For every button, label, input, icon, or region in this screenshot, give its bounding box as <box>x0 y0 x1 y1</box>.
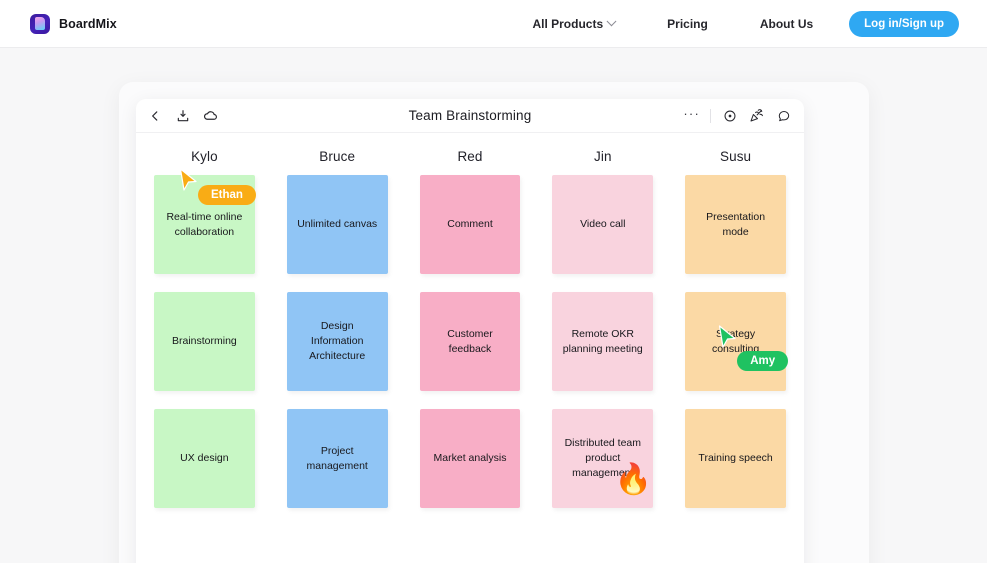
sticky-note[interactable]: Comment <box>419 175 521 274</box>
sticky-note[interactable]: Presentation mode <box>685 175 786 274</box>
sticky-note[interactable]: UX design <box>154 409 255 508</box>
sticky-note-text: Customer feedback <box>447 327 493 355</box>
save-download-icon[interactable] <box>174 107 191 124</box>
sticky-note[interactable]: Strategy consulting Amy <box>685 292 789 391</box>
sticky-note[interactable]: Customer feedback <box>419 292 521 391</box>
sticky-note-text: Video call <box>580 218 626 231</box>
sticky-note-text: Presentation mode <box>706 210 766 238</box>
sticky-note[interactable]: Market analysis <box>419 409 521 508</box>
column-header-jin: Jin <box>594 149 612 164</box>
board-panel: Team Brainstorming ··· Kylo Bruce Red Ji… <box>136 99 804 563</box>
sticky-note[interactable]: Unlimited canvas <box>286 175 388 274</box>
sticky-note[interactable]: Remote OKR planning meeting <box>552 292 654 391</box>
celebrate-icon[interactable] <box>748 107 765 124</box>
column-headers: Kylo Bruce Red Jin Susu <box>154 149 786 164</box>
brand-logo-group[interactable]: BoardMix <box>30 13 117 34</box>
sticky-note-text: Comment <box>447 218 493 231</box>
sticky-note-text: UX design <box>180 452 229 465</box>
sticky-note-text: Brainstorming <box>172 335 237 348</box>
back-chevron-icon[interactable] <box>146 107 163 124</box>
sticky-note[interactable]: Project management <box>286 409 388 508</box>
more-options-icon[interactable]: ··· <box>683 107 700 124</box>
nav-item-about-us-label: About Us <box>759 16 814 31</box>
page-canvas: Team Brainstorming ··· Kylo Bruce Red Ji… <box>0 48 987 563</box>
sticky-notes-grid: Real-time online collaboration Ethan Unl… <box>154 168 789 508</box>
toolbar-divider <box>710 108 711 123</box>
nav-item-pricing[interactable]: Pricing <box>667 11 708 37</box>
sticky-note-text: Real-time online collaboration <box>166 210 243 238</box>
nav-links: All Products Pricing About Us Log in/Sig… <box>532 10 959 37</box>
brand-name: BoardMix <box>59 16 117 31</box>
nav-item-all-products[interactable]: All Products <box>532 11 617 37</box>
column-header-red: Red <box>457 149 483 164</box>
nav-item-pricing-label: Pricing <box>667 16 708 31</box>
sticky-note-text: Remote OKR planning meeting <box>562 327 643 355</box>
collab-cursor-label: Ethan <box>198 185 256 205</box>
sticky-note[interactable]: Brainstorming <box>154 292 255 391</box>
sticky-note-text: Design Information Architecture <box>309 320 366 362</box>
cloud-sync-icon[interactable] <box>202 107 219 124</box>
sticky-note-text: Training speech <box>698 452 773 465</box>
login-signup-button[interactable]: Log in/Sign up <box>849 10 959 37</box>
sticky-note-text: Project management <box>306 444 368 472</box>
sticky-note[interactable]: Distributed team product management 🔥 <box>552 409 654 508</box>
column-header-susu: Susu <box>720 149 752 164</box>
sticky-note[interactable]: Video call <box>552 175 654 274</box>
sticky-note[interactable]: Training speech <box>685 409 786 508</box>
column-header-bruce: Bruce <box>319 149 356 164</box>
sticky-note[interactable]: Design Information Architecture <box>286 292 388 391</box>
top-navigation-bar: BoardMix All Products Pricing About Us L… <box>0 0 987 48</box>
cursor-pointer-icon <box>179 168 199 197</box>
sticky-note-text: Strategy consulting <box>711 327 760 355</box>
nav-item-all-products-label: All Products <box>532 16 604 31</box>
sticky-note-text: Distributed team product management <box>564 437 642 479</box>
record-target-icon[interactable] <box>721 107 738 124</box>
comment-icon[interactable] <box>775 107 792 124</box>
column-header-kylo: Kylo <box>191 149 218 164</box>
board-header-left-tools <box>146 107 219 124</box>
sticky-note-text: Market analysis <box>433 452 507 465</box>
chevron-down-icon <box>606 16 617 27</box>
nav-item-about-us[interactable]: About Us <box>760 11 813 37</box>
board-header: Team Brainstorming ··· <box>136 99 804 133</box>
sticky-note-text: Unlimited canvas <box>297 218 378 231</box>
sticky-note[interactable]: Real-time online collaboration Ethan <box>154 168 256 274</box>
boardmix-logo-icon <box>30 13 50 34</box>
board-body: Kylo Bruce Red Jin Susu Real-time online… <box>136 133 804 508</box>
board-header-right-tools: ··· <box>683 107 792 124</box>
